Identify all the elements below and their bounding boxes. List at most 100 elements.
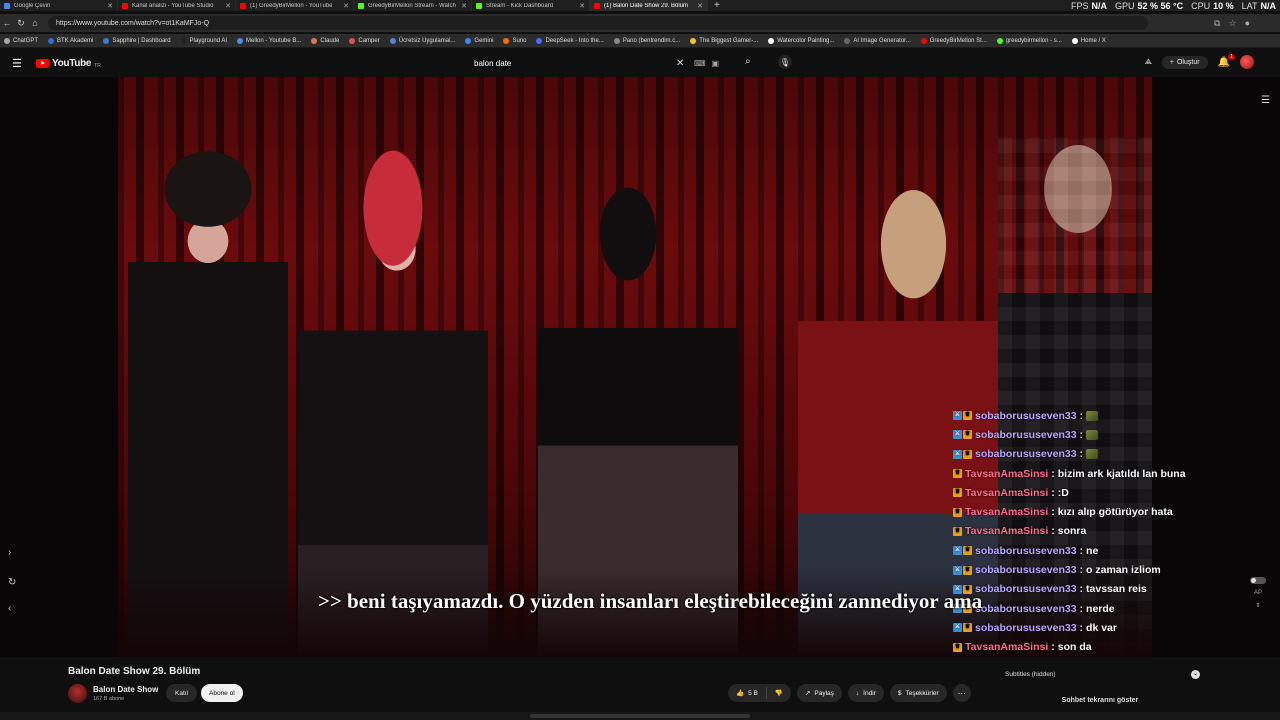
- search-tools: ⌨ ▣: [694, 59, 719, 68]
- chat-badges: ⚔ ♛: [953, 623, 972, 633]
- close-tab-icon[interactable]: ✕: [107, 2, 113, 10]
- horizontal-scrollbar[interactable]: [0, 712, 1280, 720]
- browser-tab[interactable]: (1) Balon Date Show 29. Bölüm ✕: [590, 0, 708, 11]
- loop-icon[interactable]: ↻: [8, 577, 16, 588]
- channel-name[interactable]: Balon Date Show: [93, 685, 158, 694]
- subscriber-badge-icon: ♛: [963, 449, 972, 459]
- bookmark-item[interactable]: Pano (bentrendim.c...: [613, 37, 680, 44]
- create-button[interactable]: + Oluştur: [1161, 55, 1208, 69]
- chat-badges: ♛: [953, 642, 962, 652]
- bookmark-item[interactable]: Gemini: [465, 37, 493, 44]
- bookmark-item[interactable]: Sapphire | Dashboard: [103, 37, 171, 44]
- chevron-down-icon[interactable]: ⌄: [1191, 669, 1200, 679]
- download-button[interactable]: ↓ İndir: [847, 684, 884, 702]
- close-tab-icon[interactable]: ✕: [697, 2, 703, 10]
- chat-username[interactable]: sobaborususeven33: [975, 429, 1077, 441]
- screenshot-search-icon[interactable]: ▣: [712, 59, 720, 68]
- clear-search-icon[interactable]: ✕: [676, 58, 684, 69]
- plus-icon: +: [1169, 58, 1174, 66]
- browser-tab[interactable]: (1) GreedyBirMellon - YouTube ✕: [236, 0, 354, 11]
- reload-icon[interactable]: ↻: [14, 18, 28, 29]
- bookmark-favicon-icon: [48, 37, 55, 44]
- scrollbar-thumb[interactable]: [530, 714, 750, 718]
- chat-separator: :: [1051, 525, 1055, 538]
- keyboard-icon[interactable]: ⌨: [694, 59, 706, 68]
- chat-separator: :: [1079, 409, 1084, 422]
- chat-username[interactable]: TavsanAmaSinsi: [965, 468, 1048, 480]
- bookmark-item[interactable]: Home / X: [1071, 37, 1106, 44]
- chat-username[interactable]: TavsanAmaSinsi: [965, 506, 1048, 518]
- thanks-button[interactable]: $ Teşekkürler: [889, 684, 947, 702]
- more-actions-icon[interactable]: ⋯: [952, 684, 971, 702]
- expand-arrow-icon[interactable]: ›: [8, 547, 11, 558]
- chat-separator: :: [1079, 428, 1084, 441]
- browser-tab[interactable]: Stream - Kick Dashboard ✕: [472, 0, 590, 11]
- bookmark-item[interactable]: Suno: [503, 37, 526, 44]
- close-tab-icon[interactable]: ✕: [225, 2, 231, 10]
- new-tab-button[interactable]: +: [708, 0, 726, 11]
- chat-username[interactable]: sobaborususeven33: [975, 564, 1077, 576]
- close-tab-icon[interactable]: ✕: [461, 2, 467, 10]
- bookmark-item[interactable]: AI Image Generator...: [844, 37, 911, 44]
- bookmark-star-icon[interactable]: ☆: [1228, 18, 1236, 29]
- chat-badges: ⚔ ♛: [953, 430, 972, 440]
- chat-menu-icon[interactable]: ☰: [1261, 95, 1270, 106]
- moderator-badge-icon: ⚔: [953, 623, 962, 633]
- home-icon[interactable]: ⌂: [28, 18, 42, 28]
- bookmark-item[interactable]: DeepSeek - Into the...: [536, 37, 604, 44]
- subtitles-row[interactable]: Subtitles (hidden) ⌄: [1000, 668, 1200, 680]
- bookmark-item[interactable]: BTK Akademi: [48, 37, 93, 44]
- bookmark-item[interactable]: Playground AI: [180, 37, 227, 44]
- bookmark-label: Mellon - Youtube B...: [246, 37, 302, 44]
- video-player[interactable]: ☰ › ↻ ‹ AP ⇕ ⚔ ♛ sobaborususeven33: ⚔ ♛ sobab…: [0, 77, 1280, 657]
- subscribe-button[interactable]: Abone ol: [201, 684, 243, 702]
- chat-username[interactable]: TavsanAmaSinsi: [965, 487, 1048, 499]
- join-button[interactable]: Katıl: [166, 684, 198, 702]
- account-avatar[interactable]: [1240, 55, 1254, 69]
- microphone-icon[interactable]: 🎙: [778, 55, 792, 69]
- chat-username[interactable]: TavsanAmaSinsi: [965, 525, 1048, 537]
- bookmark-item[interactable]: Watercolor Painting...: [768, 37, 834, 44]
- chat-message: ⚔ ♛ sobaborususeven33: ne: [953, 541, 1273, 560]
- dislike-button[interactable]: 👎: [767, 684, 791, 702]
- close-tab-icon[interactable]: ✕: [579, 2, 585, 10]
- browser-tab[interactable]: Kanal analizi - YouTube Studio ✕: [118, 0, 236, 11]
- chat-username[interactable]: sobaborususeven33: [975, 448, 1077, 460]
- profile-icon[interactable]: ●: [1245, 18, 1250, 29]
- bookmark-item[interactable]: Claude: [311, 37, 339, 44]
- url-field[interactable]: https://www.youtube.com/watch?v=ot1KaMFJ…: [48, 16, 1148, 30]
- chat-username[interactable]: sobaborususeven33: [975, 410, 1077, 422]
- bookmark-item[interactable]: The Biggest Gamer-...: [690, 37, 758, 44]
- show-chat-replay-button[interactable]: Sohbet tekrarını göster: [1000, 692, 1200, 710]
- hamburger-menu-icon[interactable]: ☰: [12, 57, 24, 70]
- back-icon[interactable]: ←: [0, 18, 14, 28]
- close-tab-icon[interactable]: ✕: [343, 2, 349, 10]
- bookmark-item[interactable]: greedybirmellon - s...: [996, 37, 1062, 44]
- bookmark-favicon-icon: [4, 37, 10, 44]
- channel-subscribers: 167 B abone: [93, 696, 125, 702]
- search-input[interactable]: balon date ✕ ⌨ ▣: [466, 54, 766, 72]
- bookmark-item[interactable]: ChatGPT: [4, 37, 38, 44]
- browser-tab[interactable]: Google Çeviri ✕: [0, 0, 118, 11]
- chat-username[interactable]: sobaborususeven33: [975, 545, 1077, 557]
- bookmark-item[interactable]: Camper: [349, 37, 380, 44]
- channel-avatar[interactable]: [68, 684, 87, 703]
- chat-username[interactable]: TavsanAmaSinsi: [965, 641, 1048, 653]
- browser-tab[interactable]: GreedyBirMellon Stream - Watch ✕: [354, 0, 472, 11]
- video-actions: 👍 5 B 👎 ↗ Paylaş ↓ İndir $ Teşekkürler ⋯: [728, 684, 971, 702]
- share-button[interactable]: ↗ Paylaş: [796, 684, 842, 702]
- chat-username[interactable]: sobaborususeven33: [975, 622, 1077, 634]
- bookmark-item[interactable]: Ücretsiz Uygulamal...: [389, 37, 455, 44]
- bookmark-item[interactable]: Mellon - Youtube B...: [237, 37, 302, 44]
- search-icon[interactable]: ⌕: [745, 56, 751, 67]
- notifications-bell-icon[interactable]: 🔔 1: [1218, 53, 1235, 68]
- youtube-logo[interactable]: YouTube TR: [36, 57, 101, 69]
- header-actions: ⟁ + Oluştur 🔔 1: [1145, 53, 1254, 69]
- extensions-icon[interactable]: ⧉: [1214, 18, 1220, 29]
- cast-icon[interactable]: ⟁: [1145, 57, 1152, 67]
- subscriber-badge-icon: ♛: [953, 507, 962, 517]
- bookmark-item[interactable]: GreedyBirMellon St...: [920, 37, 987, 44]
- like-button[interactable]: 👍 5 B: [728, 684, 766, 702]
- bookmark-favicon-icon: [103, 37, 110, 44]
- subscriber-badge-icon: ♛: [963, 565, 972, 575]
